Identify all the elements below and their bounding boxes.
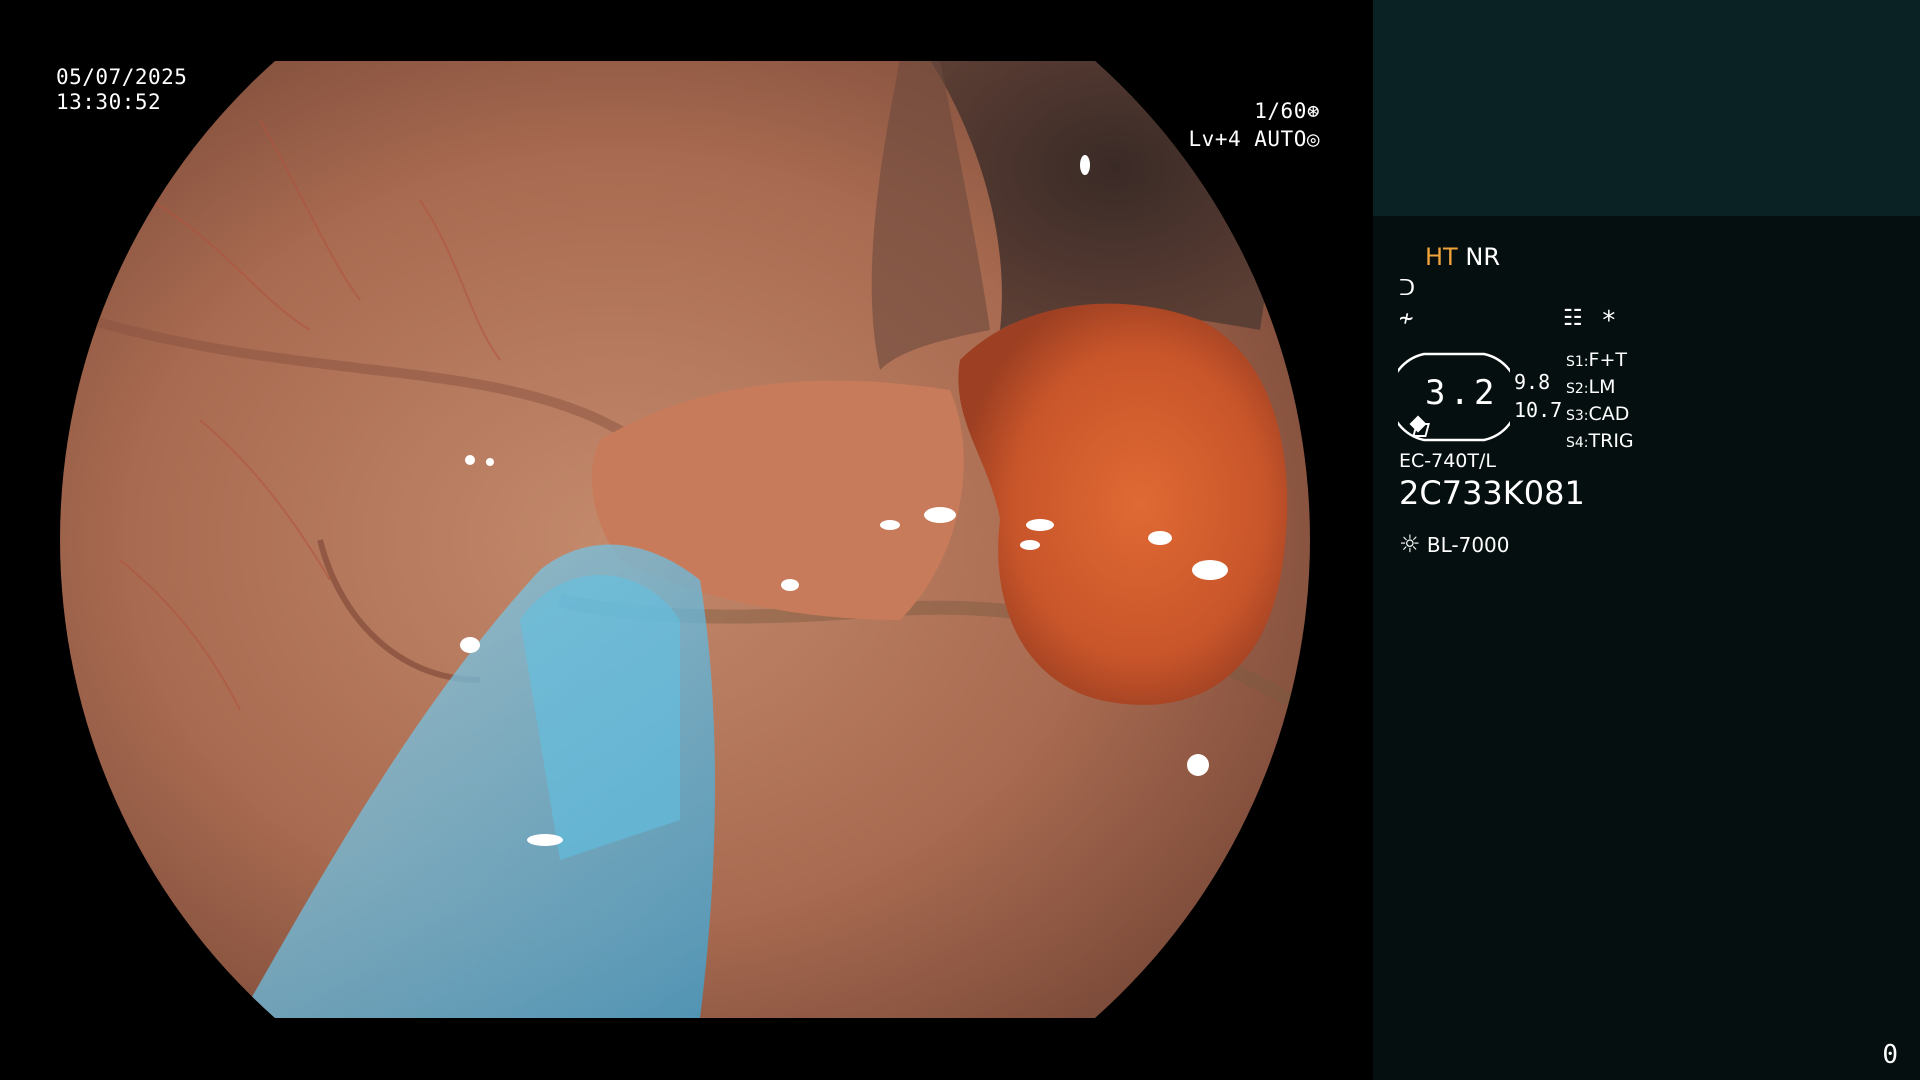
- switch-item: S4:TRIG: [1566, 430, 1634, 452]
- shutter-value: 1/60: [1254, 99, 1307, 123]
- value-a: 9.8: [1514, 370, 1551, 394]
- endoscope-viewport: 05/07/2025 13:30:52 1/60⊛ Lv+4 AUTO◎: [0, 0, 1372, 1080]
- shutter-icon: ⊛: [1306, 99, 1320, 123]
- structure-enhance-icon: ᑐ: [1399, 276, 1416, 301]
- ht-indicator: HT: [1425, 243, 1458, 271]
- info-panel: HT NR ᑐ ≁ ☷ * 3.2 9.8 10.7 S1:F+T S2:LM …: [1373, 0, 1920, 1080]
- shutter-readout: 1/60⊛: [1254, 98, 1320, 124]
- light-source-row: ☼ BL-7000: [1399, 530, 1510, 558]
- exam-time: 13:30:52: [56, 90, 162, 114]
- light-source-model: BL-7000: [1426, 533, 1510, 557]
- scope-serial: 2C733K081: [1399, 474, 1585, 512]
- scope-model: EC-740T/L: [1399, 450, 1496, 472]
- level-value: Lv+4: [1188, 127, 1242, 151]
- auto-iris-icon: ◎: [1306, 127, 1320, 151]
- exam-date: 05/07/2025: [56, 65, 188, 89]
- value-b: 10.7: [1514, 398, 1563, 422]
- asterisk-indicator: *: [1601, 306, 1617, 336]
- light-source-icon: ☼: [1399, 530, 1421, 558]
- switch-item: S3:CAD: [1566, 403, 1630, 425]
- frame-counter: 0: [1882, 1040, 1898, 1070]
- contrast-icon: ≁: [1399, 304, 1414, 332]
- zoom-value: 3.2: [1425, 373, 1499, 413]
- switch-item: S1:F+T: [1566, 349, 1627, 371]
- switch-list: S1:F+T S2:LM S3:CAD S4:TRIG: [1566, 348, 1634, 456]
- endoscope-image: [60, 61, 1310, 1018]
- switch-item: S2:LM: [1566, 376, 1616, 398]
- mode-value: AUTO: [1254, 127, 1307, 151]
- panel-header-area: [1373, 0, 1920, 216]
- image-mode-row: HT NR: [1425, 243, 1500, 271]
- nr-indicator: NR: [1465, 243, 1500, 271]
- menu-list-icon: ☷: [1563, 306, 1583, 331]
- exposure-readout: Lv+4 AUTO◎: [1189, 126, 1320, 152]
